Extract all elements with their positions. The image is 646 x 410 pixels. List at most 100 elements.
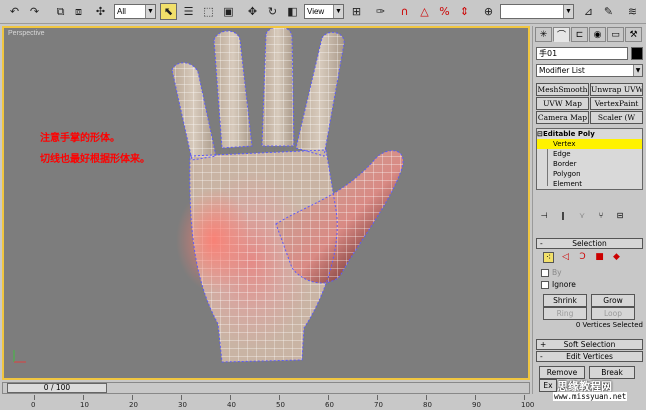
subobject-icons: ⁖ ◁ Ɔ ■ ◆ <box>543 252 622 263</box>
track-bar[interactable] <box>0 394 646 410</box>
tick-label: 20 <box>129 401 138 409</box>
tick-mark <box>181 395 182 400</box>
modifier-stack[interactable]: Editable Poly Vertex Edge Border Polygon… <box>536 128 643 190</box>
tick-label: 70 <box>374 401 383 409</box>
percent-snap-icon[interactable]: % <box>436 3 453 20</box>
meshsmooth-button[interactable]: MeshSmooth <box>536 83 589 96</box>
scale-icon[interactable]: ◧ <box>284 3 301 20</box>
hand-mesh <box>171 28 404 363</box>
motion-tab-icon[interactable]: ◉ <box>589 27 606 42</box>
configure-sets-icon[interactable]: ⊟ <box>612 210 628 222</box>
remove-modifier-icon[interactable]: ⑂ <box>593 210 609 222</box>
edit-vertices-title: Edit Vertices <box>566 352 613 361</box>
pin-stack-icon[interactable]: ⊣ <box>536 210 552 222</box>
object-color-swatch[interactable] <box>631 47 643 60</box>
object-name-field[interactable]: 手01 <box>536 47 628 60</box>
angle-snap-icon[interactable]: △ <box>416 3 433 20</box>
watermark-url: www.missyuan.net <box>553 392 628 401</box>
expand-icon: + <box>540 340 547 349</box>
select-by-name-icon[interactable]: ☰ <box>180 3 197 20</box>
display-tab-icon[interactable]: ▭ <box>607 27 624 42</box>
main-toolbar: ↶ ↷ ⧉ ⧈ ✣ All ▼ ⬉ ☰ ⬚ ▣ ✥ ↻ ◧ View ▼ ⊞ ✑… <box>0 0 646 24</box>
stack-item-element[interactable]: Element <box>537 179 642 189</box>
create-tab-icon[interactable]: ✳ <box>535 27 552 42</box>
camera-map-button[interactable]: Camera Map <box>536 111 589 124</box>
make-unique-icon[interactable]: ⋎ <box>574 210 590 222</box>
tick-mark <box>132 395 133 400</box>
ignore-backfacing-checkbox[interactable]: Ignore <box>541 280 576 289</box>
selection-filter-dropdown[interactable]: All ▼ <box>114 4 156 19</box>
stack-item-polygon[interactable]: Polygon <box>537 169 642 179</box>
collapse-icon: - <box>540 352 543 361</box>
tick-label: 100 <box>521 401 535 409</box>
bind-space-warp-icon[interactable]: ✣ <box>92 3 109 20</box>
spinner-snap-icon[interactable]: ⇕ <box>456 3 473 20</box>
tick-mark <box>328 395 329 400</box>
viewport-label[interactable]: Perspective <box>8 30 45 37</box>
edit-vertices-rollout-header[interactable]: - Edit Vertices <box>536 351 643 362</box>
window-crossing-icon[interactable]: ▣ <box>220 3 237 20</box>
polygon-mode-icon[interactable]: ■ <box>594 252 605 263</box>
align-icon[interactable]: ✎ <box>600 3 617 20</box>
pivot-center-icon[interactable]: ⊞ <box>348 3 365 20</box>
modify-tab-icon[interactable]: ⌒ <box>553 27 570 42</box>
border-mode-icon[interactable]: Ɔ <box>577 252 588 263</box>
edge-mode-icon[interactable]: ◁ <box>560 252 571 263</box>
utilities-tab-icon[interactable]: ⚒ <box>625 27 642 42</box>
modifier-list-dropdown[interactable]: Modifier List ▼ <box>536 64 643 77</box>
show-end-result-icon[interactable]: ‖ <box>555 210 571 222</box>
element-mode-icon[interactable]: ◆ <box>611 252 622 263</box>
vertexpaint-button[interactable]: VertexPaint <box>590 97 643 110</box>
select-manipulate-icon[interactable]: ✑ <box>372 3 389 20</box>
stack-item-edge[interactable]: Edge <box>537 149 642 159</box>
soft-selection-rollout-header[interactable]: + Soft Selection <box>536 339 643 350</box>
tick-mark <box>34 395 35 400</box>
scaler-button[interactable]: Scaler (W <box>590 111 643 124</box>
chevron-down-icon: ▼ <box>563 5 573 18</box>
unlink-icon[interactable]: ⧈ <box>70 3 87 20</box>
tick-mark <box>377 395 378 400</box>
hierarchy-tab-icon[interactable]: ⊏ <box>571 27 588 42</box>
reference-coord-value: View <box>307 7 325 16</box>
snap-toggle-icon[interactable]: ∩ <box>396 3 413 20</box>
checkbox-box <box>541 268 549 277</box>
tick-label: 90 <box>472 401 481 409</box>
mirror-icon[interactable]: ⊿ <box>580 3 597 20</box>
tick-mark <box>524 395 525 400</box>
ring-button[interactable]: Ring <box>543 307 587 320</box>
modifier-list-label: Modifier List <box>539 66 585 75</box>
rotate-icon[interactable]: ↻ <box>264 3 281 20</box>
unwrap-uvw-button[interactable]: Unwrap UVW <box>590 83 643 96</box>
chevron-down-icon: ▼ <box>333 5 343 18</box>
redo-icon[interactable]: ↷ <box>26 3 43 20</box>
selection-rollout-header[interactable]: - Selection <box>536 238 643 249</box>
stack-item-border[interactable]: Border <box>537 159 642 169</box>
move-icon[interactable]: ✥ <box>244 3 261 20</box>
uvw-map-button[interactable]: UVW Map <box>536 97 589 110</box>
rectangular-region-icon[interactable]: ⬚ <box>200 3 217 20</box>
time-slider[interactable]: 0 / 100 <box>2 382 530 394</box>
selection-filter-value: All <box>117 7 126 16</box>
stack-root-editable-poly[interactable]: Editable Poly <box>537 129 642 139</box>
chevron-down-icon: ▼ <box>633 65 642 76</box>
tick-mark <box>83 395 84 400</box>
vertex-mode-icon[interactable]: ⁖ <box>543 252 554 263</box>
stack-toolbar: ⊣ ‖ ⋎ ⑂ ⊟ <box>536 210 643 222</box>
layer-manager-icon[interactable]: ≋ <box>624 3 641 20</box>
time-slider-thumb[interactable]: 0 / 100 <box>7 383 107 393</box>
loop-button[interactable]: Loop <box>591 307 635 320</box>
select-object-icon[interactable]: ⬉ <box>160 3 177 20</box>
watermark: 思缘教程网 www.missyuan.net <box>553 378 646 410</box>
perspective-viewport[interactable]: Perspective 注意手掌的形体。 切线也最好根据形体来。 <box>2 26 530 380</box>
by-vertex-checkbox[interactable]: By <box>541 268 562 277</box>
stack-item-vertex[interactable]: Vertex <box>537 139 642 149</box>
undo-icon[interactable]: ↶ <box>6 3 23 20</box>
grow-button[interactable]: Grow <box>591 294 635 307</box>
shrink-button[interactable]: Shrink <box>543 294 587 307</box>
reference-coord-dropdown[interactable]: View ▼ <box>304 4 344 19</box>
axis-tripod-icon <box>13 350 26 363</box>
select-link-icon[interactable]: ⧉ <box>52 3 69 20</box>
named-selection-dropdown[interactable]: ▼ <box>500 4 574 19</box>
named-selection-icon[interactable]: ⊕ <box>480 3 497 20</box>
tick-label: 30 <box>178 401 187 409</box>
